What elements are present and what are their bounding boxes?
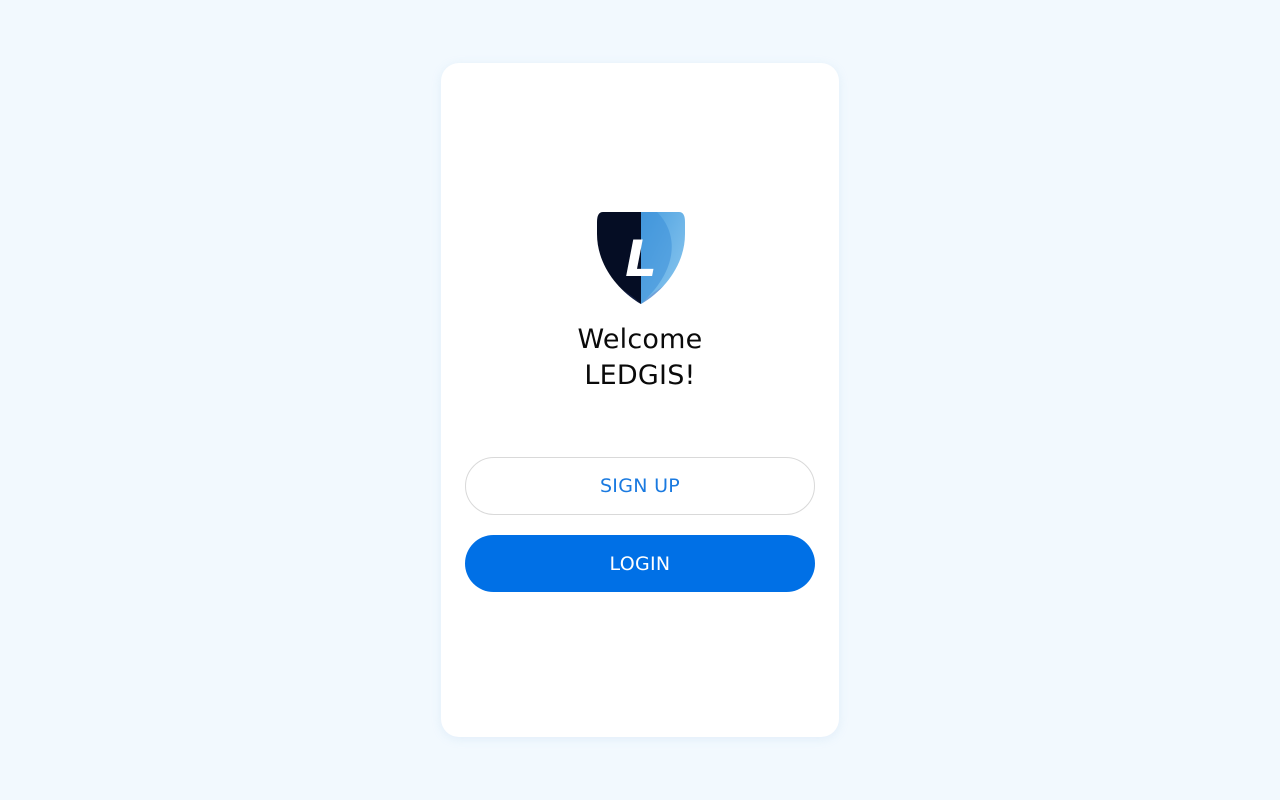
welcome-line-1: Welcome (577, 324, 703, 355)
welcome-line-2: LEDGIS! (584, 360, 696, 391)
shield-l-logo-icon: L (597, 212, 685, 304)
welcome-card: L Welcome LEDGIS! SIGN UP LOGIN (441, 63, 839, 737)
welcome-heading: Welcome LEDGIS! (441, 322, 839, 394)
logo-letter: L (625, 230, 657, 288)
login-button[interactable]: LOGIN (465, 535, 815, 592)
sign-up-button[interactable]: SIGN UP (465, 457, 815, 515)
